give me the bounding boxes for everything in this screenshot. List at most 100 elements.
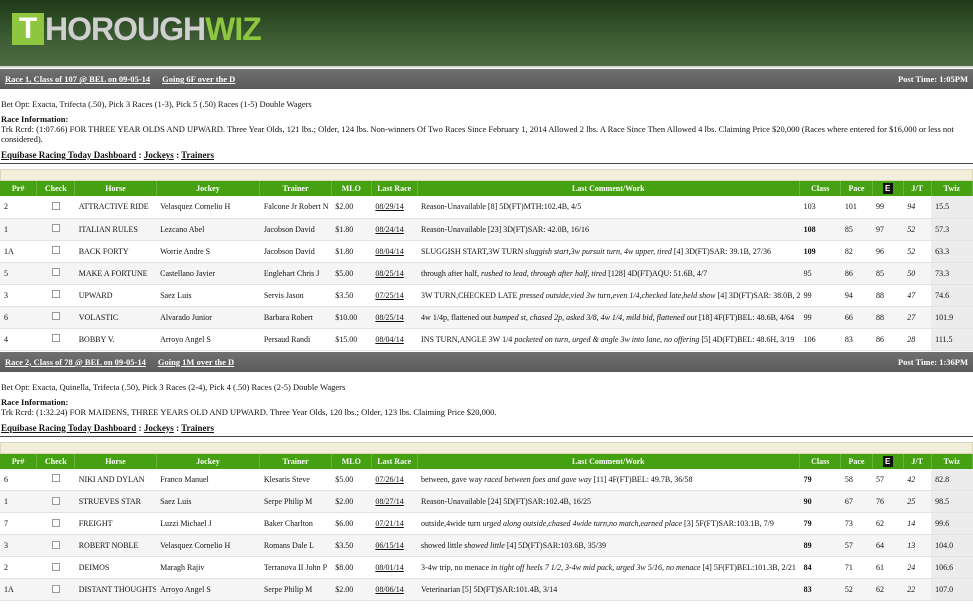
col-e-header[interactable]: E bbox=[872, 181, 904, 196]
jt-rating: 94 bbox=[903, 196, 932, 219]
last-race-link[interactable]: 06/15/14 bbox=[371, 534, 418, 557]
col-pace-header[interactable]: Pace bbox=[840, 453, 873, 469]
table-top-band bbox=[0, 169, 973, 181]
last-race-link[interactable]: 08/04/14 bbox=[371, 240, 418, 263]
dashboard-link[interactable]: Equibase Racing Today Dashboard bbox=[1, 423, 136, 433]
select-checkbox[interactable] bbox=[51, 224, 60, 232]
class-rating: 106 bbox=[799, 328, 841, 351]
e-rating: 62 bbox=[872, 512, 904, 535]
select-checkbox[interactable] bbox=[51, 518, 60, 527]
e-rating: 61 bbox=[872, 556, 904, 579]
last-comment-work: 3-4w trip, no menace in tight off heels … bbox=[417, 556, 800, 579]
col-twiz-header[interactable]: Twiz bbox=[931, 453, 973, 469]
last-race-link[interactable]: 08/06/14 bbox=[371, 578, 418, 601]
horse-name: BOBBY V. bbox=[74, 328, 157, 351]
col-pace-header[interactable]: Pace bbox=[840, 181, 873, 196]
work-text: [18] 4F(FT)BEL: 48.6B, 4/64 bbox=[698, 312, 795, 322]
select-checkbox[interactable] bbox=[51, 290, 60, 298]
col-last-race-header[interactable]: Last Race bbox=[371, 453, 418, 469]
select-checkbox[interactable] bbox=[51, 496, 60, 505]
select-checkbox[interactable] bbox=[51, 584, 60, 593]
select-checkbox[interactable] bbox=[51, 246, 60, 254]
last-race-link[interactable]: 07/26/14 bbox=[371, 468, 418, 491]
col-pr-header[interactable]: Pr# bbox=[0, 453, 38, 469]
col-mlo-header[interactable]: MLO bbox=[331, 181, 372, 196]
program-number: 1A bbox=[0, 578, 37, 601]
race-info-label: Race Information: bbox=[1, 114, 69, 124]
col-last-race-header[interactable]: Last Race bbox=[371, 181, 418, 196]
check-cell bbox=[36, 328, 75, 351]
check-cell bbox=[36, 578, 75, 601]
e-rating-icon: E bbox=[882, 183, 893, 194]
last-race-link[interactable]: 07/25/14 bbox=[371, 284, 418, 307]
last-race-link[interactable]: 08/01/14 bbox=[371, 556, 418, 579]
race-going-link[interactable]: Going 1M over the D bbox=[158, 357, 234, 367]
col-last-comment-header[interactable]: Last Comment/Work bbox=[417, 181, 801, 196]
table-row: 3 UPWARD Saez Luis Servis Jason $3.50 07/25/1… bbox=[0, 284, 973, 307]
col-jockey-header[interactable]: Jockey bbox=[156, 181, 261, 196]
jockeys-link[interactable]: Jockeys bbox=[144, 423, 174, 433]
jockey-name: Worrie Andre S bbox=[156, 240, 260, 263]
twiz-rating: 111.5 bbox=[931, 328, 973, 351]
col-mlo-header[interactable]: MLO bbox=[331, 453, 372, 469]
last-race-link[interactable]: 08/24/14 bbox=[371, 218, 418, 241]
col-last-comment-header[interactable]: Last Comment/Work bbox=[417, 453, 801, 469]
col-trainer-header[interactable]: Trainer bbox=[259, 453, 332, 469]
select-checkbox[interactable] bbox=[51, 268, 60, 276]
trainers-link[interactable]: Trainers bbox=[181, 423, 214, 433]
check-cell bbox=[36, 284, 75, 307]
col-twiz-header[interactable]: Twiz bbox=[931, 181, 973, 196]
last-race-link[interactable]: 08/29/14 bbox=[371, 196, 418, 219]
horse-name: FREIGHT bbox=[74, 512, 157, 535]
col-trainer-header[interactable]: Trainer bbox=[259, 181, 332, 196]
morning-line-odds: $15.00 bbox=[331, 328, 372, 351]
e-rating: 62 bbox=[872, 578, 904, 601]
col-class-header[interactable]: Class bbox=[799, 453, 842, 469]
col-horse-header[interactable]: Horse bbox=[74, 181, 157, 196]
race-title-link[interactable]: Race 2, Class of 78 @ BEL on 09-05-14 bbox=[5, 357, 146, 367]
trainer-name: Jacobson David bbox=[259, 240, 332, 263]
last-race-link[interactable]: 08/25/14 bbox=[371, 306, 418, 329]
col-class-header[interactable]: Class bbox=[799, 181, 842, 196]
select-checkbox[interactable] bbox=[51, 540, 60, 549]
check-cell bbox=[36, 490, 75, 513]
select-checkbox[interactable] bbox=[51, 474, 60, 483]
dashboard-link[interactable]: Equibase Racing Today Dashboard bbox=[1, 150, 136, 160]
comment-text: between, gave way bbox=[421, 474, 483, 484]
morning-line-odds: $1.80 bbox=[331, 218, 372, 241]
thoroughwiz-logo[interactable]: T HOROUGH WIZ bbox=[12, 13, 262, 45]
select-checkbox[interactable] bbox=[51, 312, 60, 320]
check-cell bbox=[36, 262, 75, 285]
col-jt-header[interactable]: J/T bbox=[903, 453, 932, 469]
last-race-link[interactable]: 07/21/14 bbox=[371, 512, 418, 535]
last-race-link[interactable]: 08/27/14 bbox=[371, 490, 418, 513]
table-row: 2 DEIMOS Maragh Rajiv Terranova II John P $8… bbox=[0, 556, 973, 579]
check-cell bbox=[36, 468, 75, 491]
select-checkbox[interactable] bbox=[51, 334, 60, 342]
class-rating: 90 bbox=[799, 490, 841, 513]
trainers-link[interactable]: Trainers bbox=[181, 150, 214, 160]
race-going-link[interactable]: Going 6F over the D bbox=[162, 74, 235, 84]
last-race-link[interactable]: 08/04/14 bbox=[371, 328, 418, 351]
col-e-header[interactable]: E bbox=[872, 453, 904, 469]
jockey-name: Luzzi Michael J bbox=[156, 512, 260, 535]
last-race-link[interactable]: 08/25/14 bbox=[371, 262, 418, 285]
jockeys-link[interactable]: Jockeys bbox=[144, 150, 174, 160]
last-comment-work: Reason-Unavailable [24] 5D(FT)SAR:102.4B… bbox=[417, 490, 800, 513]
col-jt-header[interactable]: J/T bbox=[903, 181, 932, 196]
col-check-header[interactable]: Check bbox=[36, 181, 76, 196]
race-section: Race 2, Class of 78 @ BEL on 09-05-14 Goi… bbox=[0, 351, 973, 601]
select-checkbox[interactable] bbox=[51, 201, 60, 210]
race-title-link[interactable]: Race 1, Class of 107 @ BEL on 09-05-14 bbox=[5, 74, 150, 84]
col-jockey-header[interactable]: Jockey bbox=[156, 453, 261, 469]
class-rating: 79 bbox=[799, 512, 841, 535]
select-checkbox[interactable] bbox=[51, 562, 60, 571]
table-row: 5 MAKE A FORTUNE Castellano Javier Englehar… bbox=[0, 262, 973, 285]
col-check-header[interactable]: Check bbox=[36, 453, 76, 469]
jt-rating: 24 bbox=[903, 556, 932, 579]
table-row: 3 ROBERT NOBLE Velasquez Cornelio H Romans … bbox=[0, 534, 973, 557]
col-pr-header[interactable]: Pr# bbox=[0, 181, 38, 196]
check-cell bbox=[36, 196, 75, 219]
trainer-name: Serpe Philip M bbox=[259, 578, 332, 601]
col-horse-header[interactable]: Horse bbox=[74, 453, 157, 469]
